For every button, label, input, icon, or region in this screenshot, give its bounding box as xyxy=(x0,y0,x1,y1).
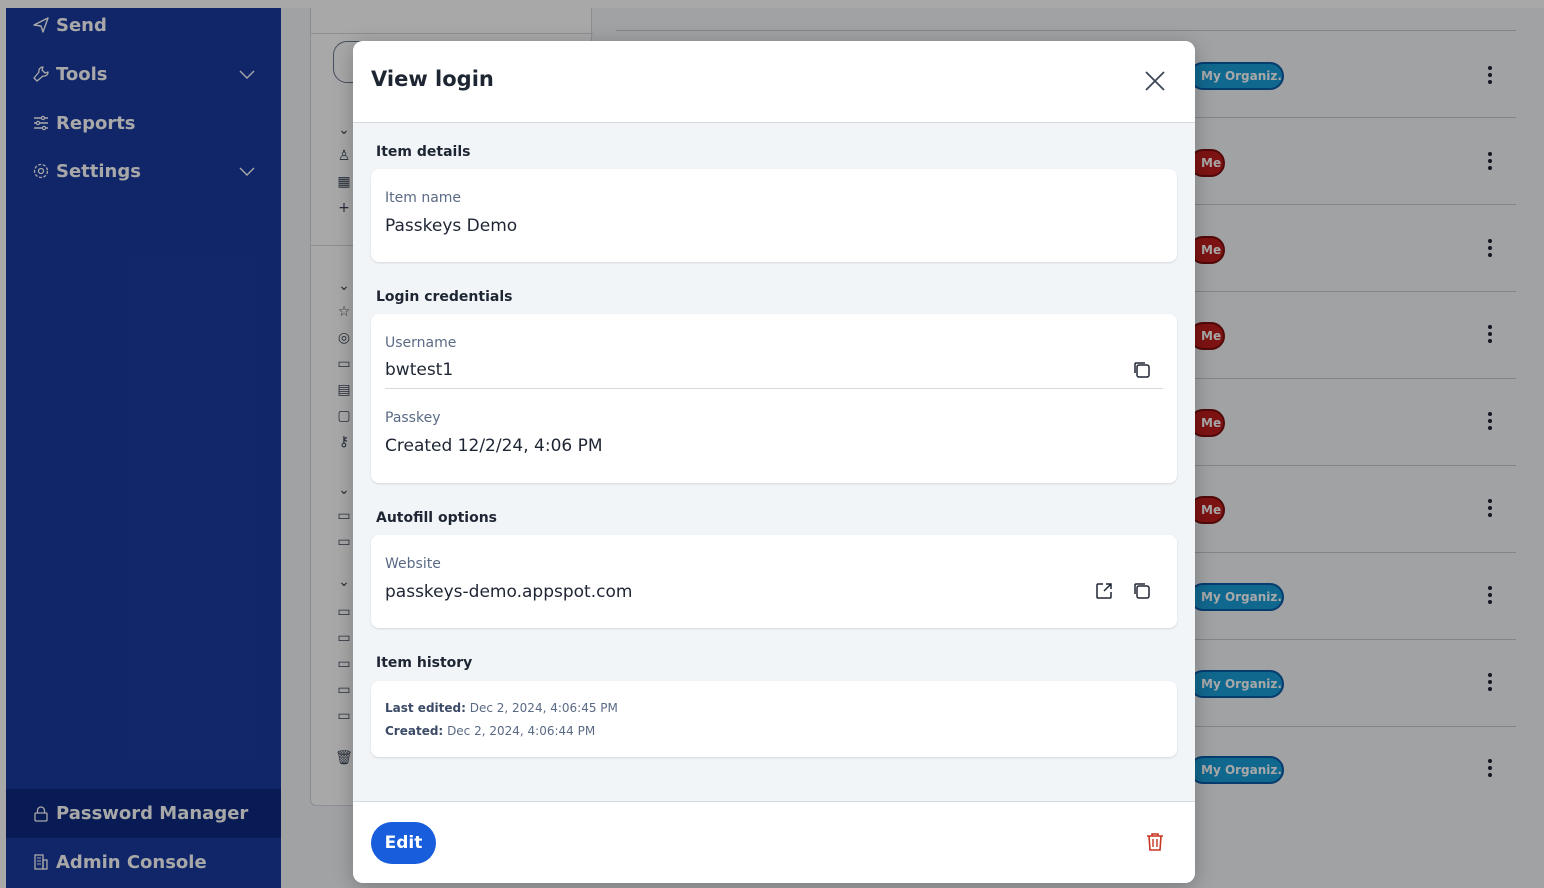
autofill-options-card: Website passkeys-demo.appspot.com xyxy=(371,535,1177,628)
section-title-autofill-options: Autofill options xyxy=(376,510,498,526)
close-button[interactable] xyxy=(1139,65,1171,97)
login-credentials-card: Username bwtest1 Passkey Created 12/2/24… xyxy=(371,314,1177,483)
created-line: Created: Dec 2, 2024, 4:06:44 PM xyxy=(385,724,595,738)
created-label: Created: xyxy=(385,724,444,738)
edit-button[interactable]: Edit xyxy=(371,822,436,864)
section-title-item-history: Item history xyxy=(376,655,473,671)
website-label: Website xyxy=(385,556,441,572)
divider xyxy=(385,388,1163,389)
section-title-login-credentials: Login credentials xyxy=(376,289,513,305)
delete-button[interactable] xyxy=(1143,830,1167,854)
copy-icon xyxy=(1134,362,1150,378)
item-name-label: Item name xyxy=(385,190,462,206)
item-name-value: Passkeys Demo xyxy=(385,216,518,236)
trash-icon xyxy=(1147,833,1163,851)
dialog-title: View login xyxy=(371,67,494,91)
passkey-value: Created 12/2/24, 4:06 PM xyxy=(385,436,603,456)
dialog-footer: Edit xyxy=(353,801,1195,883)
external-link-icon xyxy=(1096,583,1112,599)
last-edited-line: Last edited: Dec 2, 2024, 4:06:45 PM xyxy=(385,701,618,715)
username-label: Username xyxy=(385,335,457,351)
item-details-card: Item name Passkeys Demo xyxy=(371,169,1177,262)
username-value: bwtest1 xyxy=(385,360,454,380)
copy-icon xyxy=(1134,583,1150,599)
created-value: Dec 2, 2024, 4:06:44 PM xyxy=(447,724,596,738)
website-value: passkeys-demo.appspot.com xyxy=(385,582,633,602)
last-edited-value: Dec 2, 2024, 4:06:45 PM xyxy=(469,701,618,715)
item-history-card: Last edited: Dec 2, 2024, 4:06:45 PM Cre… xyxy=(371,681,1177,757)
dialog-header: View login xyxy=(353,41,1195,123)
copy-username-button[interactable] xyxy=(1131,359,1153,381)
copy-website-button[interactable] xyxy=(1131,580,1153,602)
close-icon xyxy=(1145,71,1165,91)
launch-website-button[interactable] xyxy=(1093,580,1115,602)
last-edited-label: Last edited: xyxy=(385,701,466,715)
section-title-item-details: Item details xyxy=(376,144,471,160)
passkey-label: Passkey xyxy=(385,410,441,426)
view-login-dialog: View login Item details Item name Passke… xyxy=(353,41,1195,883)
